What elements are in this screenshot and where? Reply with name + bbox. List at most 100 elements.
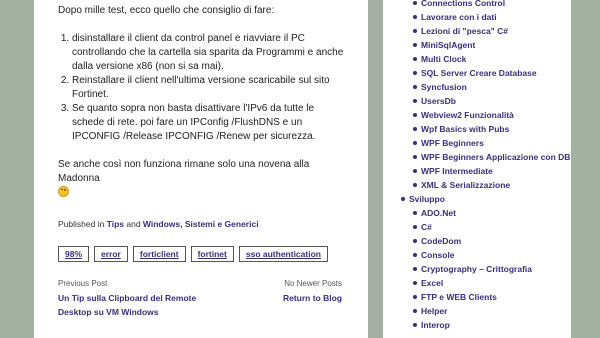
category-label: Sviluppo <box>409 194 445 204</box>
bullet-icon <box>413 183 417 187</box>
category-link-tips[interactable]: Tips <box>107 219 124 229</box>
sidebar-category-item[interactable]: Excel <box>383 276 571 290</box>
sidebar-category-label: UsersDb <box>421 96 456 106</box>
subcategory-list: Connections Control Lavorare con i dati Le… <box>383 0 571 192</box>
tag-error[interactable]: error <box>94 246 128 262</box>
subcategory-group: Connections Control Lavorare con i dati Le… <box>383 0 571 192</box>
bullet-icon <box>413 155 417 159</box>
sidebar-category-item[interactable]: WPF Intermediate <box>383 164 571 178</box>
sidebar-category-label: Cryptography – Crittografia <box>421 264 532 274</box>
bullet-icon <box>413 323 417 327</box>
tag-list: 98% error forticlient fortinet sso authe… <box>58 246 328 262</box>
bullet-icon <box>413 281 417 285</box>
bullet-icon <box>413 211 417 215</box>
sidebar-category-label: Syncfusion <box>421 82 467 92</box>
previous-post-label: Previous Post <box>58 279 108 288</box>
category-item-sviluppo[interactable]: Sviluppo <box>383 192 571 206</box>
bullet-icon <box>413 239 417 243</box>
sidebar-category-label: FTP e WEB Clients <box>421 292 497 302</box>
sidebar-category-label: Connections Control <box>421 0 506 8</box>
sidebar-category-item[interactable]: SQL Server Creare Database <box>383 66 571 80</box>
sidebar-category-label: MiniSqlAgent <box>421 40 476 50</box>
sidebar-category-item[interactable]: XML & Serializzazione <box>383 178 571 192</box>
previous-post-link[interactable]: Un Tip sulla Clipboard del Remote Deskto… <box>58 291 208 319</box>
bullet-icon <box>401 197 405 201</box>
sidebar-category-label: SQL Server Creare Database <box>421 68 537 78</box>
sidebar-category-item[interactable]: Lezioni di "pesca" C# <box>383 24 571 38</box>
sidebar-category-item[interactable]: MiniSqlAgent <box>383 38 571 52</box>
sidebar-category-label: ADO.Net <box>421 208 456 218</box>
sidebar-category-item[interactable]: WPF Beginners Applicazione con DB <box>383 150 571 164</box>
sidebar-category-item[interactable]: Syncfusion <box>383 80 571 94</box>
sidebar-category-label: Console <box>421 250 455 260</box>
wink-emoji-icon <box>58 186 69 197</box>
sidebar-category-label: Helper <box>421 306 448 316</box>
published-and: and <box>124 219 143 229</box>
bullet-icon <box>413 71 417 75</box>
bullet-icon <box>413 225 417 229</box>
step-item: Se quanto sopra non basta disattivare l'… <box>72 102 344 144</box>
sidebar-category-label: WPF Intermediate <box>421 166 493 176</box>
sidebar-category-item[interactable]: WPF Beginners <box>383 136 571 150</box>
step-item: disinstallare il client da control panel… <box>72 32 344 74</box>
article-closing: Se anche così non funziona rimane solo u… <box>58 158 348 201</box>
sidebar-category-label: CodeDom <box>421 236 462 246</box>
bullet-icon <box>413 29 417 33</box>
sidebar-category-item[interactable]: Helper <box>383 304 571 318</box>
sidebar-category-label: Lavorare con i dati <box>421 12 497 22</box>
sidebar-category-label: XML & Serializzazione <box>421 180 511 190</box>
bullet-icon <box>413 169 417 173</box>
bullet-icon <box>413 99 417 103</box>
step-item: Reinstallare il client nell'ultima versi… <box>72 74 344 102</box>
sidebar-category-item[interactable]: C# <box>383 220 571 234</box>
tag-sso-authentication[interactable]: sso authentication <box>238 246 328 262</box>
sidebar-category-label: Multi Clock <box>421 54 467 64</box>
sidebar-category-item[interactable]: Webview2 Funzionalità <box>383 108 571 122</box>
sidebar-category-item[interactable]: CodeDom <box>383 234 571 248</box>
published-meta: Published in Tips and Windows, Sistemi e… <box>58 219 259 229</box>
sidebar-category-label: WPF Beginners <box>421 138 484 148</box>
sidebar-category-label: C# <box>421 222 432 232</box>
bullet-icon <box>413 43 417 47</box>
sidebar-category-label: Lezioni di "pesca" C# <box>421 26 508 36</box>
bullet-icon <box>413 1 417 5</box>
bullet-icon <box>413 85 417 89</box>
bullet-icon <box>413 267 417 271</box>
sidebar-category-item[interactable]: Connections Control <box>383 0 571 10</box>
subcategory-group: ADO.Net C# CodeDom Console Cryptography – Cr… <box>383 206 571 332</box>
category-link-windows[interactable]: Windows, Sistemi e Generici <box>143 219 259 229</box>
sidebar-category-item[interactable]: Lavorare con i dati <box>383 10 571 24</box>
bullet-icon <box>413 57 417 61</box>
bullet-icon <box>413 309 417 313</box>
sidebar-category-item[interactable]: Multi Clock <box>383 52 571 66</box>
bullet-icon <box>413 15 417 19</box>
sidebar-category-item[interactable]: UsersDb <box>383 94 571 108</box>
category-tree: Connections Control Lavorare con i dati Le… <box>383 0 571 332</box>
sidebar-category-label: Wpf Basics with Pubs <box>421 124 510 134</box>
sidebar-category-item[interactable]: Cryptography – Crittografia <box>383 262 571 276</box>
sidebar-category-label: Interop <box>421 320 450 330</box>
closing-text: Se anche così non funziona rimane solo u… <box>58 159 310 184</box>
next-post-label: No Newer Posts <box>284 279 342 288</box>
sidebar-category-item[interactable]: Wpf Basics with Pubs <box>383 122 571 136</box>
bullet-icon <box>413 253 417 257</box>
tag-forticlient[interactable]: forticlient <box>132 246 186 262</box>
sidebar-category-item[interactable]: Console <box>383 248 571 262</box>
tag-fortinet[interactable]: fortinet <box>190 246 234 262</box>
bullet-icon <box>413 127 417 131</box>
tag-98[interactable]: 98% <box>58 246 90 262</box>
sidebar-category-item[interactable]: FTP e WEB Clients <box>383 290 571 304</box>
bullet-icon <box>413 113 417 117</box>
article-intro: Dopo mille test, ecco quello che consigl… <box>58 5 275 16</box>
sidebar-category-label: Webview2 Funzionalità <box>421 110 514 120</box>
sidebar-category-label: WPF Beginners Applicazione con DB <box>421 152 571 162</box>
sidebar-category-item[interactable]: Interop <box>383 318 571 332</box>
sidebar-category-label: Excel <box>421 278 444 288</box>
bullet-icon <box>413 295 417 299</box>
subcategory-list: ADO.Net C# CodeDom Console Cryptography – Cr… <box>383 206 571 332</box>
sidebar-category-item[interactable]: ADO.Net <box>383 206 571 220</box>
return-to-blog-link[interactable]: Return to Blog <box>283 291 342 305</box>
bullet-icon <box>413 141 417 145</box>
steps-list: disinstallare il client da control panel… <box>58 32 344 144</box>
published-prefix: Published in <box>58 219 107 229</box>
